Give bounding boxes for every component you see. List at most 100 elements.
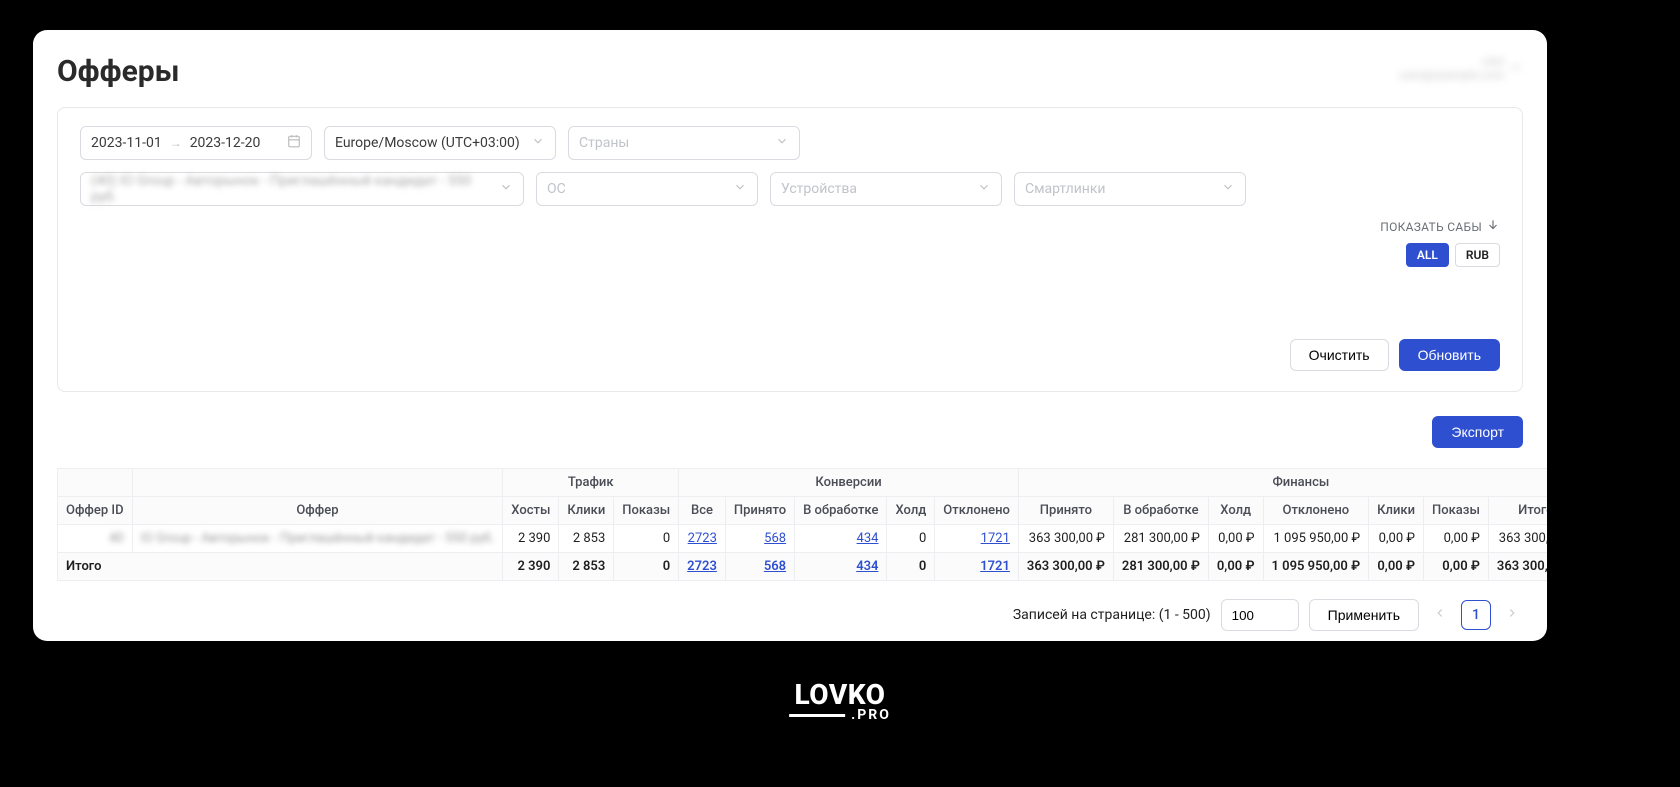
current-page[interactable]: 1 xyxy=(1461,600,1491,630)
col-clicks: Клики xyxy=(559,497,614,525)
prev-page-button[interactable] xyxy=(1429,606,1451,624)
group-header-row: Трафик Конверсии Финансы xyxy=(58,469,1548,497)
col-group-conversions: Конверсии xyxy=(679,469,1019,497)
header-row: Офферы user user@example.com xyxy=(57,54,1523,107)
col-group-traffic: Трафик xyxy=(503,469,679,497)
filters-panel: 2023-11-01 → 2023-12-20 Europe/Moscow (U… xyxy=(57,107,1523,392)
page-title: Офферы xyxy=(57,54,180,89)
chevron-down-icon xyxy=(1221,180,1235,198)
cell-rejected[interactable]: 1721 xyxy=(935,525,1019,553)
col-f-processing: В обработке xyxy=(1113,497,1208,525)
offer-select[interactable]: (40) IO Group - Авторынок - Приглашённый… xyxy=(80,172,524,206)
arrow-right-icon: → xyxy=(170,136,182,150)
show-subs-label: ПОКАЗАТЬ САБЫ xyxy=(1380,220,1482,234)
total-accepted[interactable]: 568 xyxy=(725,553,794,581)
smartlinks-placeholder: Смартлинки xyxy=(1025,181,1106,197)
user-menu[interactable]: user user@example.com xyxy=(1399,54,1523,82)
sub-header-row: Оффер ID Оффер Хосты Клики Показы Все Пр… xyxy=(58,497,1548,525)
cell-f-clicks: 0,00 ₽ xyxy=(1369,525,1424,553)
col-hold: Холд xyxy=(887,497,935,525)
col-f-impressions: Показы xyxy=(1424,497,1489,525)
date-to: 2023-12-20 xyxy=(190,135,261,151)
user-name: user xyxy=(1399,54,1505,68)
filters-row-2: (40) IO Group - Авторынок - Приглашённый… xyxy=(80,172,1500,206)
total-f-processing: 281 300,00 ₽ xyxy=(1113,553,1208,581)
col-f-accepted: Принято xyxy=(1018,497,1113,525)
timezone-value: Europe/Moscow (UTC+03:00) xyxy=(335,135,520,151)
col-hosts: Хосты xyxy=(503,497,559,525)
pagination: Записей на странице: (1 - 500) Применить… xyxy=(57,599,1523,631)
date-from: 2023-11-01 xyxy=(91,135,162,151)
cell-f-hold: 0,00 ₽ xyxy=(1208,525,1263,553)
logo-sub: .PRO xyxy=(789,707,891,723)
apply-button[interactable]: Обновить xyxy=(1399,339,1500,371)
logo: LOVKO .PRO xyxy=(789,678,891,723)
col-f-rejected: Отклонено xyxy=(1263,497,1369,525)
cell-impressions: 0 xyxy=(614,525,679,553)
os-select[interactable]: ОС xyxy=(536,172,758,206)
user-email: user@example.com xyxy=(1399,68,1505,82)
chevron-down-icon xyxy=(733,180,747,198)
export-button[interactable]: Экспорт xyxy=(1432,416,1523,448)
currency-all[interactable]: ALL xyxy=(1406,243,1449,267)
total-f-clicks: 0,00 ₽ xyxy=(1369,553,1424,581)
cell-hosts: 2 390 xyxy=(503,525,559,553)
cell-all[interactable]: 2723 xyxy=(679,525,726,553)
col-offer: Оффер xyxy=(132,497,503,525)
offers-table: Трафик Конверсии Финансы Оффер ID Оффер … xyxy=(57,468,1547,581)
cell-clicks: 2 853 xyxy=(559,525,614,553)
total-hosts: 2 390 xyxy=(503,553,559,581)
total-label: Итого xyxy=(58,553,503,581)
col-f-clicks: Клики xyxy=(1369,497,1424,525)
pagination-apply-button[interactable]: Применить xyxy=(1309,599,1419,631)
table-row: 40 IO Group - Авторынок - Приглашённый к… xyxy=(58,525,1548,553)
timezone-select[interactable]: Europe/Moscow (UTC+03:00) xyxy=(324,126,556,160)
page-size-input[interactable] xyxy=(1221,599,1299,631)
cell-offer: IO Group - Авторынок - Приглашённый канд… xyxy=(132,525,503,553)
total-rejected[interactable]: 1721 xyxy=(935,553,1019,581)
os-placeholder: ОС xyxy=(547,181,566,197)
app-window: Офферы user user@example.com 2023-11-01 … xyxy=(33,30,1547,641)
total-f-accepted: 363 300,00 ₽ xyxy=(1018,553,1113,581)
chevron-down-icon xyxy=(499,180,513,198)
chevron-down-icon xyxy=(977,180,991,198)
cell-accepted[interactable]: 568 xyxy=(725,525,794,553)
calendar-icon xyxy=(287,134,301,152)
total-f-total: 363 300,00 ₽ xyxy=(1488,553,1547,581)
total-all[interactable]: 2723 xyxy=(679,553,726,581)
clear-button[interactable]: Очистить xyxy=(1290,339,1389,371)
offer-value: (40) IO Group - Авторынок - Приглашённый… xyxy=(91,173,499,205)
chevron-down-icon xyxy=(775,134,789,152)
next-page-button[interactable] xyxy=(1501,606,1523,624)
countries-select[interactable]: Страны xyxy=(568,126,800,160)
total-hold: 0 xyxy=(887,553,935,581)
col-f-hold: Холд xyxy=(1208,497,1263,525)
date-range-picker[interactable]: 2023-11-01 → 2023-12-20 xyxy=(80,126,312,160)
cell-f-total: 363 300,00 ₽ xyxy=(1488,525,1547,553)
col-processing: В обработке xyxy=(795,497,887,525)
cell-hold: 0 xyxy=(887,525,935,553)
cell-f-accepted: 363 300,00 ₽ xyxy=(1018,525,1113,553)
filters-row-1: 2023-11-01 → 2023-12-20 Europe/Moscow (U… xyxy=(80,126,1500,160)
cell-processing[interactable]: 434 xyxy=(795,525,887,553)
smartlinks-select[interactable]: Смартлинки xyxy=(1014,172,1246,206)
show-subs-toggle[interactable]: ПОКАЗАТЬ САБЫ xyxy=(80,218,1500,235)
col-empty xyxy=(58,469,133,497)
currency-rub[interactable]: RUB xyxy=(1455,243,1500,267)
total-f-rejected: 1 095 950,00 ₽ xyxy=(1263,553,1369,581)
total-clicks: 2 853 xyxy=(559,553,614,581)
col-impressions: Показы xyxy=(614,497,679,525)
devices-select[interactable]: Устройства xyxy=(770,172,1002,206)
total-processing[interactable]: 434 xyxy=(795,553,887,581)
chevron-down-icon xyxy=(531,134,545,152)
total-f-impressions: 0,00 ₽ xyxy=(1424,553,1489,581)
total-row: Итого 2 390 2 853 0 2723 568 434 0 1721 … xyxy=(58,553,1548,581)
currency-toggle: ALL RUB xyxy=(80,243,1500,267)
col-group-finance: Финансы xyxy=(1018,469,1547,497)
cell-f-processing: 281 300,00 ₽ xyxy=(1113,525,1208,553)
cell-f-impressions: 0,00 ₽ xyxy=(1424,525,1489,553)
col-rejected: Отклонено xyxy=(935,497,1019,525)
col-accepted: Принято xyxy=(725,497,794,525)
chevron-down-icon xyxy=(1509,60,1523,77)
export-row: Экспорт xyxy=(57,416,1523,448)
